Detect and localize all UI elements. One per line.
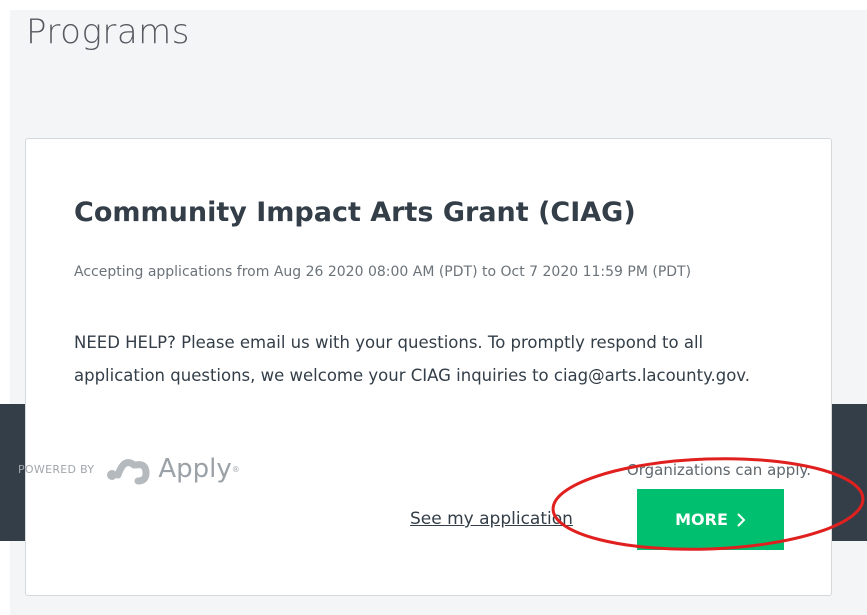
apply-trademark: ® (231, 464, 240, 474)
program-title: Community Impact Arts Grant (CIAG) (74, 197, 636, 228)
powered-by-branding: POWERED BY Apply ® (18, 449, 240, 489)
eligibility-note: Organizations can apply. (626, 461, 811, 479)
page-title: Programs (26, 12, 190, 52)
program-card: Community Impact Arts Grant (CIAG) Accep… (18, 138, 832, 596)
chevron-right-icon (737, 512, 746, 527)
see-my-application-link[interactable]: See my application (410, 509, 573, 529)
more-button[interactable]: MORE (637, 489, 784, 550)
top-strip (0, 0, 867, 10)
powered-by-text: POWERED BY (18, 462, 95, 476)
apply-product-name: Apply (158, 454, 232, 484)
program-description: NEED HELP? Please email us with your que… (74, 333, 751, 385)
more-button-label: MORE (675, 510, 728, 529)
apply-logo-icon (107, 459, 150, 485)
application-dates: Accepting applications from Aug 26 2020 … (74, 264, 692, 280)
